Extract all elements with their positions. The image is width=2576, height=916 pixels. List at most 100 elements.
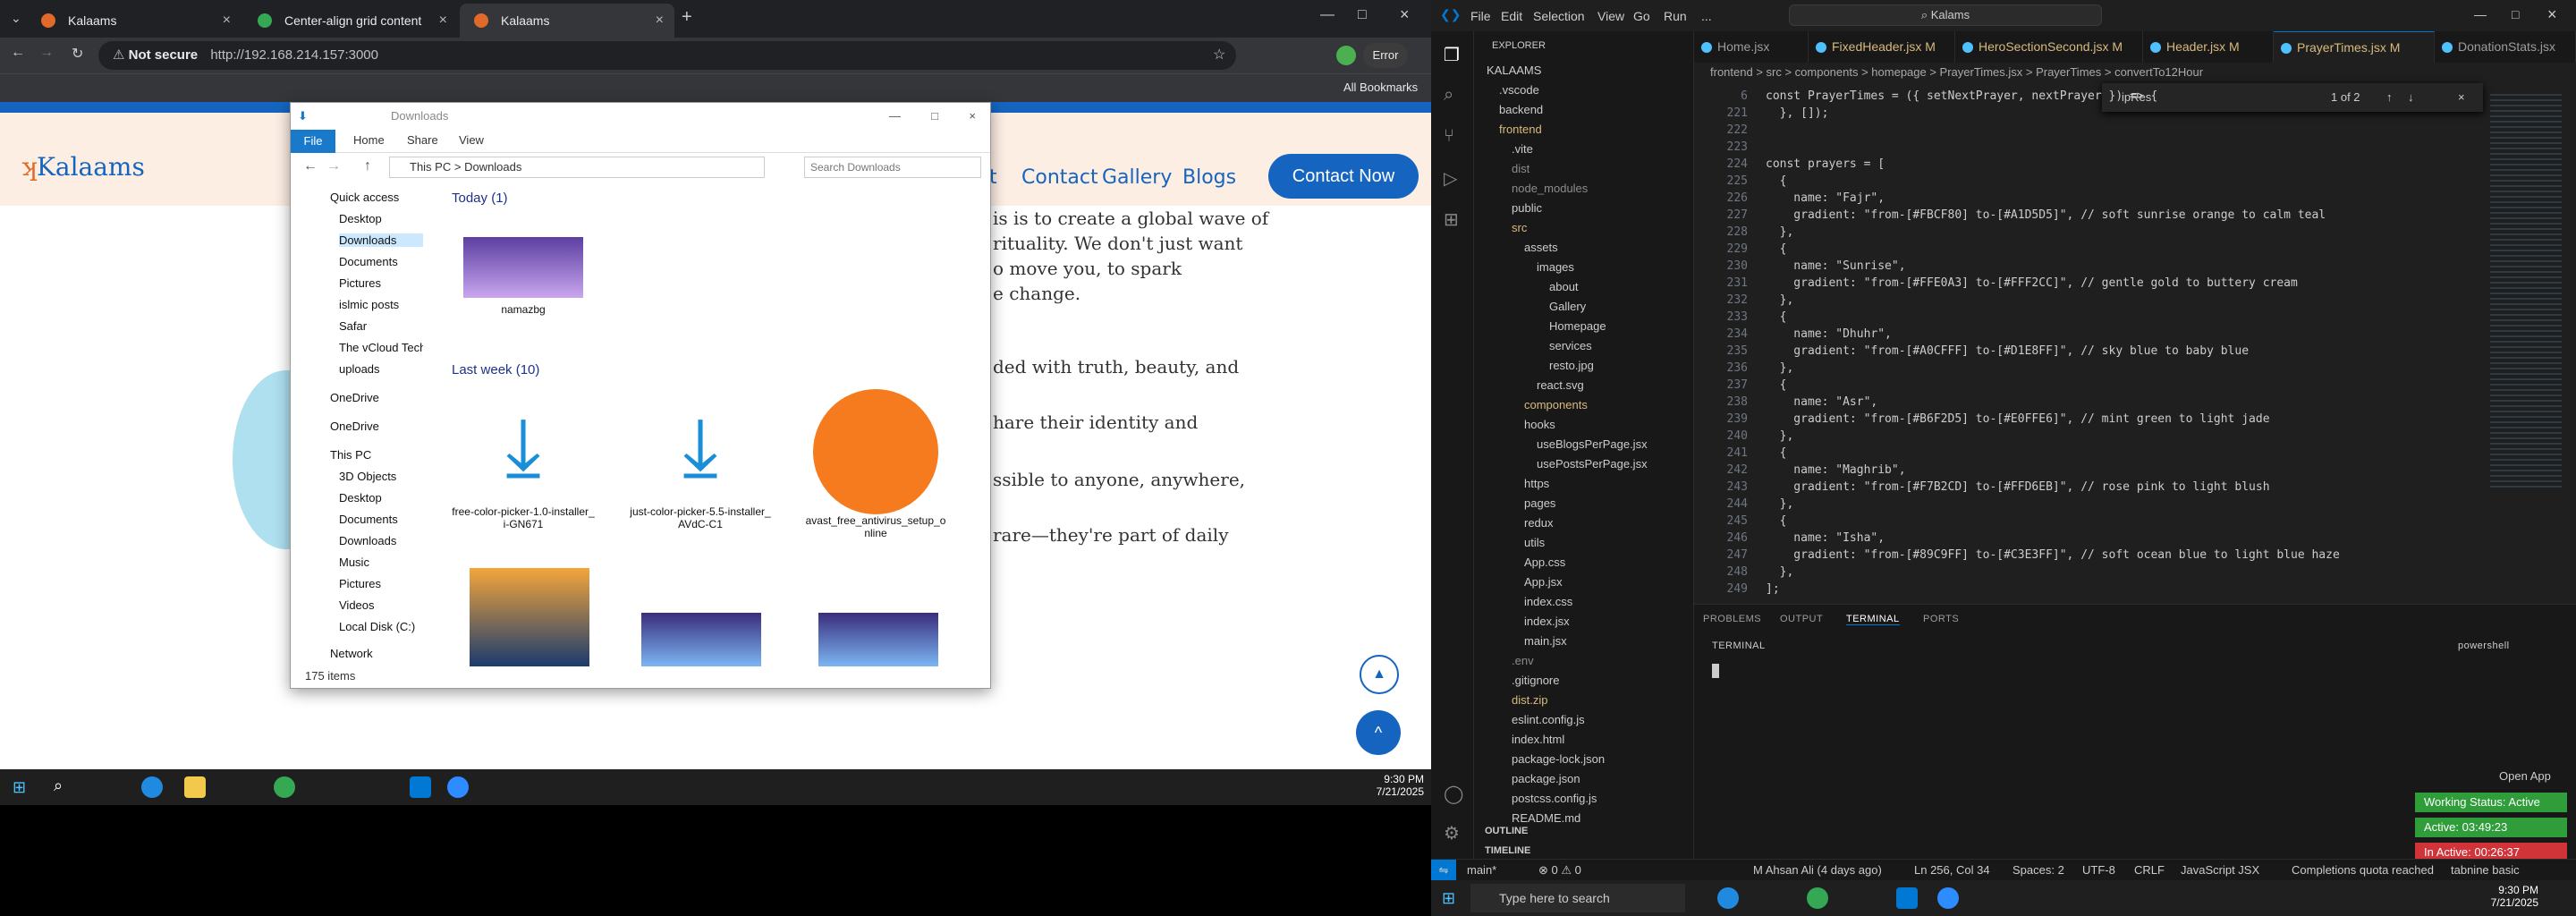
- tab-donationstats[interactable]: DonationStats.jsx: [2435, 31, 2576, 63]
- code-line[interactable]: {: [1766, 446, 1787, 460]
- nav-3d[interactable]: 3D Objects: [339, 470, 396, 483]
- file-explorer-icon[interactable]: [184, 776, 206, 798]
- nav-onedrive-2[interactable]: OneDrive: [330, 420, 379, 433]
- tree-item[interactable]: README.md: [1512, 811, 1580, 825]
- tree-item[interactable]: package-lock.json: [1512, 752, 1605, 766]
- tree-item[interactable]: useBlogsPerPage.jsx: [1537, 437, 1648, 451]
- menu-view[interactable]: View: [1597, 9, 1624, 23]
- code-line[interactable]: const prayers = [: [1766, 157, 1885, 171]
- browser-tab-1[interactable]: Kalaams ×: [27, 4, 242, 38]
- language-mode[interactable]: JavaScript JSX: [2181, 860, 2259, 881]
- tree-item[interactable]: images: [1537, 260, 1574, 274]
- menu-more[interactable]: ...: [1701, 9, 1712, 23]
- code-line[interactable]: }, []);: [1766, 106, 1829, 120]
- tab-herosection[interactable]: HeroSectionSecond.jsx M: [1955, 31, 2143, 63]
- file-tile[interactable]: namazbg: [461, 237, 586, 316]
- code-line[interactable]: },: [1766, 497, 1794, 511]
- open-app-button[interactable]: Open App: [2499, 769, 2551, 783]
- code-line[interactable]: {: [1766, 310, 1787, 324]
- path-segment[interactable]: Downloads: [464, 160, 521, 174]
- indent-setting[interactable]: Spaces: 2: [2012, 860, 2064, 881]
- tree-item[interactable]: assets: [1524, 241, 1558, 254]
- menu-file[interactable]: File: [1470, 9, 1491, 23]
- tree-item[interactable]: redux: [1524, 516, 1554, 530]
- code-line[interactable]: },: [1766, 293, 1794, 307]
- close-icon[interactable]: ×: [2547, 5, 2557, 24]
- tree-item[interactable]: Homepage: [1549, 319, 1606, 333]
- tree-item[interactable]: usePostsPerPage.jsx: [1537, 457, 1648, 471]
- git-blame[interactable]: M Ahsan Ali (4 days ago): [1753, 860, 1882, 881]
- code-line[interactable]: name: "Isha",: [1766, 531, 1885, 545]
- zoom-icon[interactable]: [447, 776, 469, 798]
- tree-item[interactable]: KALAAMS: [1487, 64, 1541, 77]
- code-line[interactable]: const PrayerTimes = ({ setNextPrayer, ne…: [1766, 89, 2157, 103]
- file-tile[interactable]: ⤓ just-color-picker-5.5-installer_AVdC-C…: [629, 389, 772, 530]
- kalaams-logo[interactable]: ʞKalaams: [21, 152, 145, 182]
- nav-music[interactable]: Music: [339, 556, 369, 569]
- tree-item[interactable]: .gitignore: [1512, 674, 1559, 687]
- quick-access[interactable]: Quick access: [330, 191, 399, 204]
- tree-item[interactable]: .vite: [1512, 142, 1533, 156]
- forward-icon[interactable]: →: [326, 158, 341, 174]
- terminal-cursor[interactable]: [1712, 664, 1719, 678]
- panel-tab-problems[interactable]: PROBLEMS: [1703, 614, 1761, 624]
- edge-icon[interactable]: [1717, 887, 1739, 909]
- timeline-section[interactable]: TIMELINE: [1485, 845, 1530, 856]
- tab-header[interactable]: Header.jsx M: [2143, 31, 2274, 63]
- code-line[interactable]: },: [1766, 361, 1794, 375]
- image-thumbnail[interactable]: [818, 613, 938, 666]
- tree-item[interactable]: components: [1524, 398, 1588, 411]
- nav-desktop[interactable]: Desktop: [339, 212, 382, 225]
- tab-prayertimes-active[interactable]: PrayerTimes.jsx M: [2274, 31, 2435, 63]
- start-icon[interactable]: ⊞: [1442, 889, 1455, 908]
- cursor-position[interactable]: Ln 256, Col 34: [1914, 860, 1990, 881]
- tabnine-plan[interactable]: tabnine basic: [2451, 860, 2520, 881]
- nav-pc-downloads[interactable]: Downloads: [339, 534, 396, 547]
- tree-item[interactable]: package.json: [1512, 772, 1580, 785]
- menu-run[interactable]: Run: [1664, 9, 1687, 23]
- nav-onedrive[interactable]: OneDrive: [330, 391, 379, 404]
- search-icon[interactable]: ⌕: [1444, 85, 1453, 106]
- contact-now-button[interactable]: Contact Now: [1268, 154, 1419, 199]
- reload-icon[interactable]: ↻: [72, 45, 83, 63]
- code-line[interactable]: {: [1766, 378, 1787, 392]
- tree-item[interactable]: App.css: [1524, 556, 1565, 569]
- shell-selector[interactable]: powershell: [2458, 640, 2510, 651]
- code-line[interactable]: ];: [1766, 582, 1780, 596]
- close-window-icon[interactable]: ×: [1400, 5, 1410, 24]
- code-line[interactable]: gradient: "from-[#89C9FF] to-[#C3E3FF]",…: [1766, 548, 2340, 562]
- tree-item[interactable]: about: [1549, 280, 1579, 293]
- chrome-icon[interactable]: [1807, 887, 1828, 909]
- start-icon[interactable]: ⊞: [13, 778, 26, 797]
- tree-item[interactable]: resto.jpg: [1549, 359, 1594, 372]
- menu-go[interactable]: Go: [1633, 9, 1650, 23]
- outline-section[interactable]: OUTLINE: [1485, 826, 1528, 836]
- nav-blogs[interactable]: Blogs: [1182, 166, 1236, 189]
- panel-tab-ports[interactable]: PORTS: [1923, 614, 1959, 624]
- close-icon[interactable]: ×: [656, 4, 664, 38]
- group-last-week[interactable]: Last week (10): [452, 362, 539, 377]
- menu-edit[interactable]: Edit: [1501, 9, 1522, 23]
- ribbon-view[interactable]: View: [459, 133, 484, 147]
- tree-item[interactable]: utils: [1524, 536, 1545, 549]
- search-icon[interactable]: ⌕: [54, 776, 63, 795]
- tree-item[interactable]: postcss.config.js: [1512, 792, 1597, 805]
- source-control-icon[interactable]: ⑂: [1444, 126, 1454, 147]
- extensions-icon[interactable]: ⊞: [1444, 208, 1459, 231]
- file-tile[interactable]: ⤓ free-color-picker-1.0-installer_i-GN67…: [452, 389, 595, 530]
- tree-item[interactable]: .vscode: [1499, 83, 1539, 97]
- edge-icon[interactable]: [141, 776, 163, 798]
- remote-icon[interactable]: ⇋: [1431, 860, 1456, 881]
- tree-item[interactable]: App.jsx: [1524, 575, 1563, 589]
- nav-safar[interactable]: Safar: [339, 319, 367, 333]
- code-line[interactable]: },: [1766, 565, 1794, 579]
- tree-item[interactable]: backend: [1499, 103, 1543, 116]
- nav-contact[interactable]: Contact: [1021, 166, 1098, 189]
- tree-item[interactable]: main.jsx: [1524, 634, 1567, 648]
- scroll-top-button[interactable]: ^: [1356, 710, 1401, 755]
- back-icon[interactable]: ←: [11, 45, 25, 61]
- star-icon[interactable]: ☆: [1213, 46, 1225, 64]
- ribbon-file[interactable]: File: [291, 130, 335, 153]
- minimize-icon[interactable]: —: [2474, 7, 2487, 21]
- tree-item[interactable]: eslint.config.js: [1512, 713, 1585, 726]
